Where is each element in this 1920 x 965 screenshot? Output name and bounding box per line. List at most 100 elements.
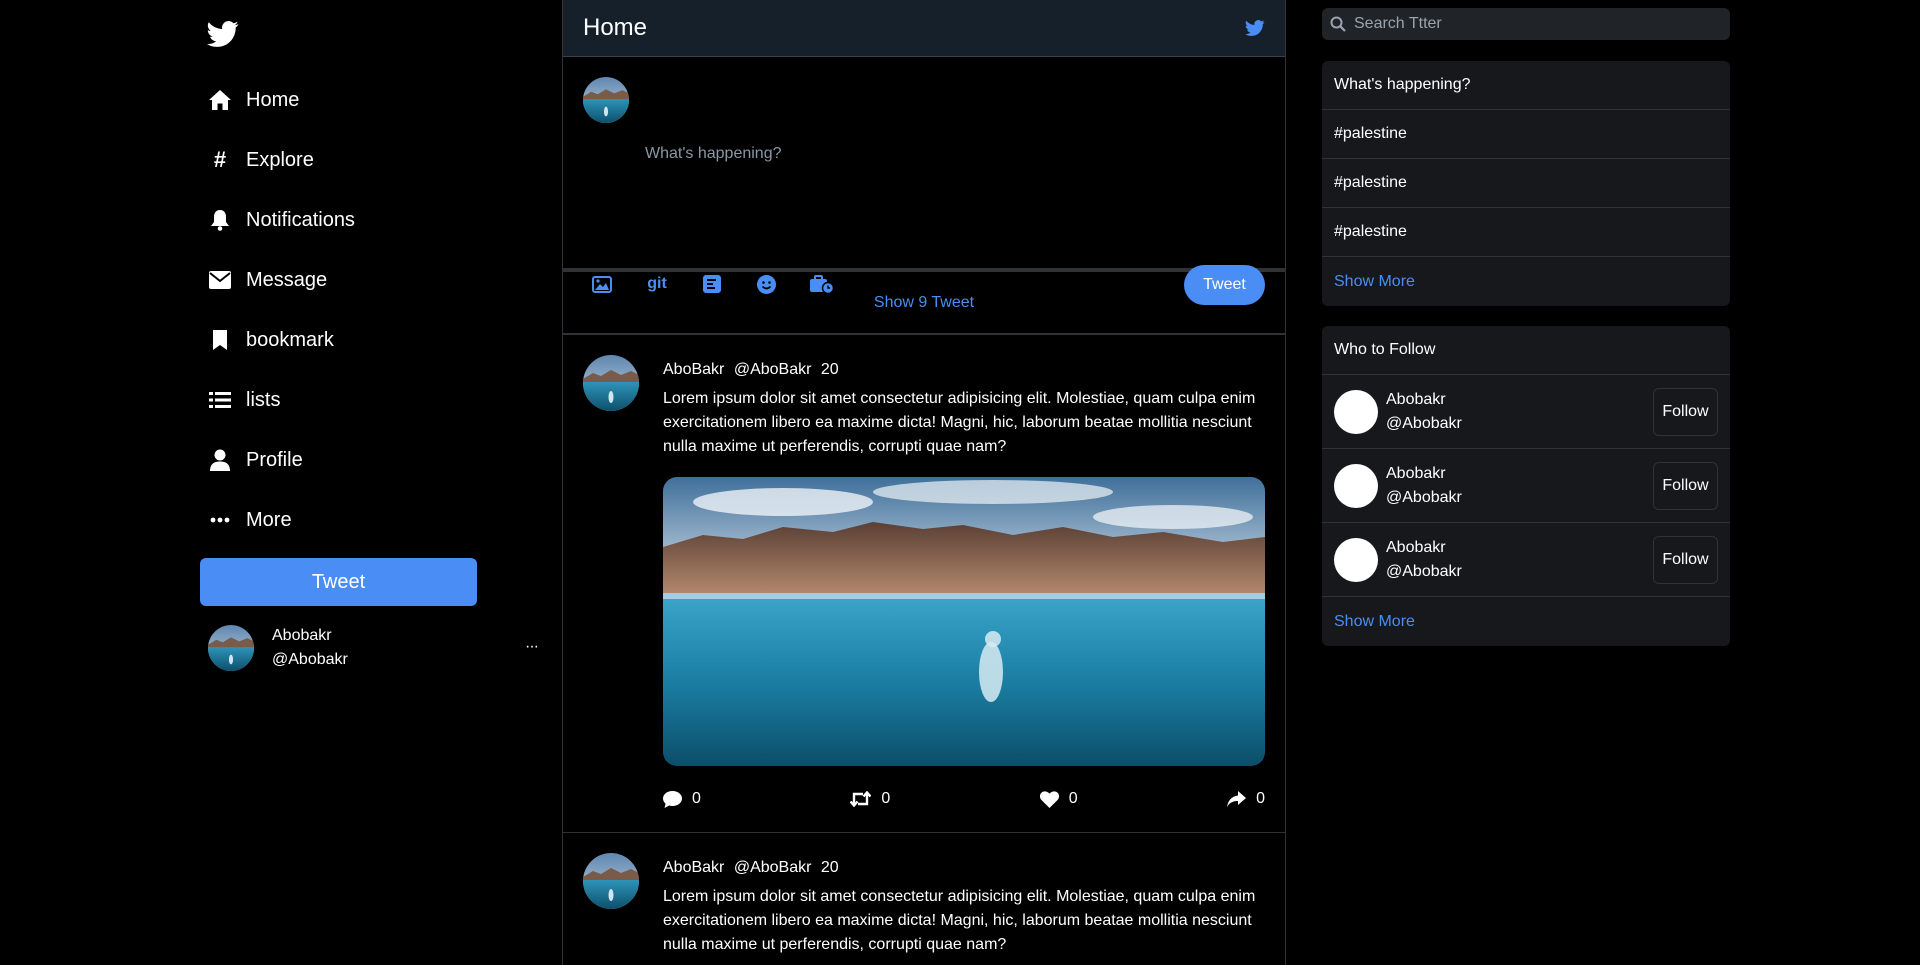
compose-input[interactable] bbox=[645, 145, 1245, 163]
follow-button[interactable]: Follow bbox=[1653, 462, 1718, 510]
avatar bbox=[583, 355, 639, 411]
feed-header: Home bbox=[563, 0, 1285, 57]
avatar bbox=[583, 77, 629, 123]
follow-user-names: Abobakr @Abobakr bbox=[1386, 536, 1462, 584]
list-icon bbox=[206, 386, 234, 414]
sidebar-item-label: Message bbox=[246, 268, 328, 291]
follow-suggestion: Abobakr @Abobakr Follow bbox=[1322, 523, 1730, 597]
sidebar-tweet-button[interactable]: Tweet bbox=[200, 558, 477, 606]
schedule-icon[interactable] bbox=[809, 273, 835, 295]
follow-user-names: Abobakr @Abobakr bbox=[1386, 388, 1462, 436]
share-button[interactable]: 0 bbox=[1227, 790, 1265, 808]
follow-button[interactable]: Follow bbox=[1653, 388, 1718, 436]
account-menu-icon[interactable]: ··· bbox=[525, 638, 539, 656]
avatar bbox=[1334, 463, 1378, 508]
avatar bbox=[1334, 389, 1378, 434]
follow-user-name[interactable]: Abobakr bbox=[1386, 388, 1462, 412]
twitter-bird-icon bbox=[1245, 19, 1265, 37]
heart-icon bbox=[1039, 790, 1059, 808]
trend-item[interactable]: #palestine bbox=[1322, 208, 1730, 257]
search-bar bbox=[1322, 8, 1730, 40]
share-arrow-icon bbox=[1227, 791, 1247, 807]
tweet-button[interactable]: Tweet bbox=[1184, 265, 1265, 305]
account-name: Abobakr bbox=[272, 627, 332, 644]
sidebar-item-profile[interactable]: Profile bbox=[206, 440, 303, 480]
trends-title: What's happening? bbox=[1322, 61, 1730, 110]
tweet-text: Lorem ipsum dolor sit amet consectetur a… bbox=[663, 888, 1256, 953]
follow-user-handle: @Abobakr bbox=[1386, 414, 1462, 432]
image-icon[interactable] bbox=[591, 273, 613, 295]
search-input[interactable] bbox=[1354, 15, 1714, 33]
gif-button[interactable]: git bbox=[645, 273, 669, 295]
tweet-author-name[interactable]: AboBakr bbox=[663, 361, 724, 378]
sidebar-item-label: bookmark bbox=[246, 328, 334, 351]
tweet-time: 20 bbox=[820, 859, 839, 876]
follow-user-handle: @Abobakr bbox=[1386, 488, 1462, 506]
tweet-author-handle[interactable]: @AboBakr bbox=[734, 361, 812, 378]
tweet-author-handle[interactable]: @AboBakr bbox=[734, 859, 812, 876]
poll-icon[interactable] bbox=[701, 273, 723, 295]
sidebar-item-home[interactable]: Home bbox=[206, 80, 299, 120]
avatar bbox=[208, 625, 254, 671]
tweet-image[interactable] bbox=[663, 477, 1265, 766]
follow-button[interactable]: Follow bbox=[1653, 536, 1718, 584]
trends-show-more-link[interactable]: Show More bbox=[1322, 257, 1730, 306]
emoji-icon[interactable] bbox=[755, 273, 777, 295]
bell-icon bbox=[206, 206, 234, 234]
tweet-actions: 0 0 0 0 bbox=[663, 790, 1265, 832]
share-count: 0 bbox=[1256, 790, 1265, 807]
retweet-icon bbox=[850, 791, 872, 807]
account-names: Abobakr @Abobakr bbox=[272, 624, 348, 672]
tweet-author-name[interactable]: AboBakr bbox=[663, 859, 724, 876]
twitter-bird-icon[interactable] bbox=[207, 18, 239, 50]
sidebar-item-label: Home bbox=[246, 88, 300, 111]
sidebar-item-more[interactable]: More bbox=[206, 500, 292, 540]
sidebar-item-label: lists bbox=[246, 388, 281, 411]
hashtag-icon: # bbox=[213, 147, 227, 172]
follow-user-name[interactable]: Abobakr bbox=[1386, 462, 1462, 486]
sidebar-item-label: Explore bbox=[246, 148, 314, 171]
account-switcher[interactable]: Abobakr @Abobakr ··· bbox=[208, 620, 539, 676]
follow-suggestion: Abobakr @Abobakr Follow bbox=[1322, 375, 1730, 449]
follow-show-more-link[interactable]: Show More bbox=[1322, 597, 1730, 646]
composer-toolbar: git bbox=[591, 273, 867, 295]
sidebar-item-bookmark[interactable]: bookmark bbox=[206, 320, 334, 360]
sidebar-item-label: Profile bbox=[246, 448, 303, 471]
trend-item[interactable]: #palestine bbox=[1322, 159, 1730, 208]
retweet-button[interactable]: 0 bbox=[850, 790, 890, 808]
avatar bbox=[1334, 537, 1378, 582]
left-sidebar: Home # Explore Notifications Message boo… bbox=[0, 0, 560, 965]
trend-item[interactable]: #palestine bbox=[1322, 110, 1730, 159]
sidebar-item-message[interactable]: Message bbox=[206, 260, 327, 300]
sidebar-item-lists[interactable]: lists bbox=[206, 380, 280, 420]
follow-user-names: Abobakr @Abobakr bbox=[1386, 462, 1462, 510]
like-count: 0 bbox=[1068, 790, 1078, 807]
sidebar-item-notifications[interactable]: Notifications bbox=[206, 200, 355, 240]
sidebar-item-explore[interactable]: # Explore bbox=[206, 140, 314, 180]
tweet-composer: git Tweet bbox=[563, 57, 1285, 305]
reply-button[interactable]: 0 bbox=[663, 790, 701, 808]
envelope-icon bbox=[206, 266, 234, 294]
tweet-post: AboBakr @AboBakr 20 Lorem ipsum dolor si… bbox=[563, 335, 1285, 833]
tweet-post: AboBakr @AboBakr 20 Lorem ipsum dolor si… bbox=[563, 833, 1285, 957]
page-title: Home bbox=[583, 14, 648, 41]
search-icon bbox=[1330, 16, 1346, 32]
account-handle: @Abobakr bbox=[272, 651, 348, 668]
follow-suggestion: Abobakr @Abobakr Follow bbox=[1322, 449, 1730, 523]
sidebar-item-label: More bbox=[246, 508, 292, 531]
tweet-body: AboBakr @AboBakr 20 Lorem ipsum dolor si… bbox=[663, 833, 1285, 957]
tweet-body: AboBakr @AboBakr 20 Lorem ipsum dolor si… bbox=[663, 335, 1285, 832]
bookmark-icon bbox=[206, 326, 234, 354]
reply-count: 0 bbox=[692, 790, 701, 807]
follow-user-name[interactable]: Abobakr bbox=[1386, 536, 1462, 560]
avatar bbox=[583, 853, 639, 909]
tweet-header: AboBakr @AboBakr 20 bbox=[663, 361, 1265, 379]
tweet-time: 20 bbox=[820, 361, 839, 378]
follow-user-handle: @Abobakr bbox=[1386, 562, 1462, 580]
like-button[interactable]: 0 bbox=[1039, 790, 1078, 808]
tweet-text: Lorem ipsum dolor sit amet consectetur a… bbox=[663, 390, 1256, 455]
user-icon bbox=[206, 446, 234, 474]
home-icon bbox=[206, 86, 234, 114]
retweet-count: 0 bbox=[881, 790, 891, 807]
tweet-header: AboBakr @AboBakr 20 bbox=[663, 859, 1265, 877]
